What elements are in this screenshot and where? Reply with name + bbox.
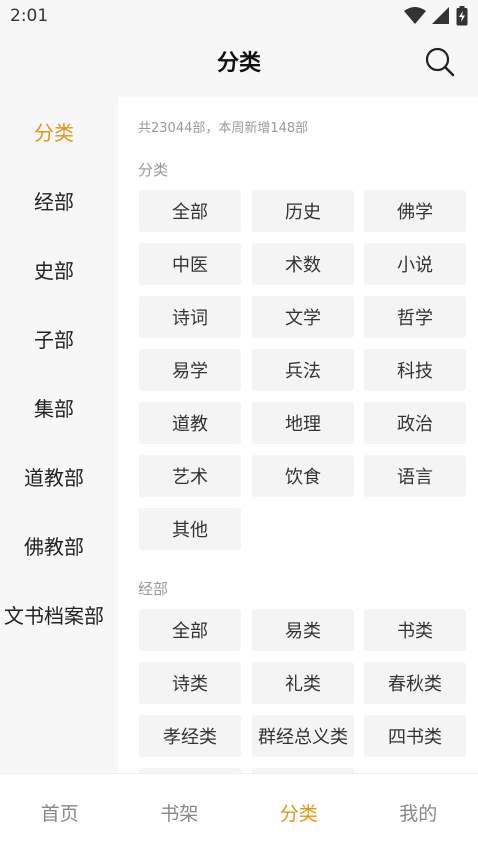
sidebar-item-jingbu[interactable]: 经部 xyxy=(0,189,108,215)
section-title: 分类 xyxy=(138,161,169,179)
status-icons xyxy=(404,6,468,26)
status-bar: 2:01 xyxy=(0,0,478,32)
chip-wenxue[interactable]: 文学 xyxy=(252,296,354,338)
sidebar-item-shibu[interactable]: 史部 xyxy=(0,258,108,284)
chip-jing-xiaojing[interactable]: 孝经类 xyxy=(139,715,241,757)
chip-jing-qunjing[interactable]: 群经总义类 xyxy=(252,715,354,757)
nav-bookshelf[interactable]: 书架 xyxy=(120,774,240,850)
header: 分类 xyxy=(0,32,478,90)
chip-foxue[interactable]: 佛学 xyxy=(364,190,466,232)
chip-yuyan[interactable]: 语言 xyxy=(364,455,466,497)
chip-quanbu[interactable]: 全部 xyxy=(139,190,241,232)
signal-icon xyxy=(432,7,449,24)
sidebar-item-category[interactable]: 分类 xyxy=(0,120,108,146)
chip-jing-quanbu[interactable]: 全部 xyxy=(139,609,241,651)
chip-jing-shulei[interactable]: 书类 xyxy=(364,609,466,651)
chip-keji[interactable]: 科技 xyxy=(364,349,466,391)
chip-shushu[interactable]: 术数 xyxy=(252,243,354,285)
chip-jing-shilei[interactable]: 诗类 xyxy=(139,662,241,704)
chip-jing-lilei[interactable]: 礼类 xyxy=(252,662,354,704)
page-title: 分类 xyxy=(216,51,261,76)
chip-dili[interactable]: 地理 xyxy=(252,402,354,444)
chip-daojiao[interactable]: 道教 xyxy=(139,402,241,444)
chip-lishi[interactable]: 历史 xyxy=(252,190,354,232)
main-content: 共23044部，本周新增148部 分类 全部 历史 佛学 中医 术数 小说 诗词… xyxy=(118,97,478,773)
chip-bingfa[interactable]: 兵法 xyxy=(252,349,354,391)
status-time: 2:01 xyxy=(10,6,49,26)
chip-jing-chunqiu[interactable]: 春秋类 xyxy=(364,662,466,704)
sidebar-item-fojiao[interactable]: 佛教部 xyxy=(0,534,108,560)
chip-zhengzhi[interactable]: 政治 xyxy=(364,402,466,444)
search-button[interactable] xyxy=(424,46,456,78)
battery-icon xyxy=(456,6,468,26)
chip-zhongyi[interactable]: 中医 xyxy=(139,243,241,285)
chip-jing-sishu[interactable]: 四书类 xyxy=(364,715,466,757)
chip-zhexue[interactable]: 哲学 xyxy=(364,296,466,338)
chip-yixue[interactable]: 易学 xyxy=(139,349,241,391)
chip-jing-yilei[interactable]: 易类 xyxy=(252,609,354,651)
chip-yinshi[interactable]: 饮食 xyxy=(252,455,354,497)
wifi-icon xyxy=(404,7,426,24)
sidebar-item-wenshu[interactable]: 文书档案部 xyxy=(0,603,108,629)
search-icon xyxy=(425,47,455,77)
chip-yishu[interactable]: 艺术 xyxy=(139,455,241,497)
sidebar-item-zibu[interactable]: 子部 xyxy=(0,327,108,353)
bottom-nav: 首页 书架 分类 我的 xyxy=(0,773,478,850)
nav-home[interactable]: 首页 xyxy=(0,774,120,850)
sidebar-item-daojiao[interactable]: 道教部 xyxy=(0,465,108,491)
sidebar: 分类 经部 史部 子部 集部 道教部 佛教部 文书档案部 xyxy=(0,97,118,773)
chip-shici[interactable]: 诗词 xyxy=(139,296,241,338)
chip-qita[interactable]: 其他 xyxy=(139,508,241,550)
nav-mine[interactable]: 我的 xyxy=(359,774,478,850)
section-title: 经部 xyxy=(138,580,169,598)
sidebar-item-jibu[interactable]: 集部 xyxy=(0,396,108,422)
summary-text: 共23044部，本周新增148部 xyxy=(138,121,309,136)
chip-xiaoshuo[interactable]: 小说 xyxy=(364,243,466,285)
nav-category[interactable]: 分类 xyxy=(239,774,359,850)
